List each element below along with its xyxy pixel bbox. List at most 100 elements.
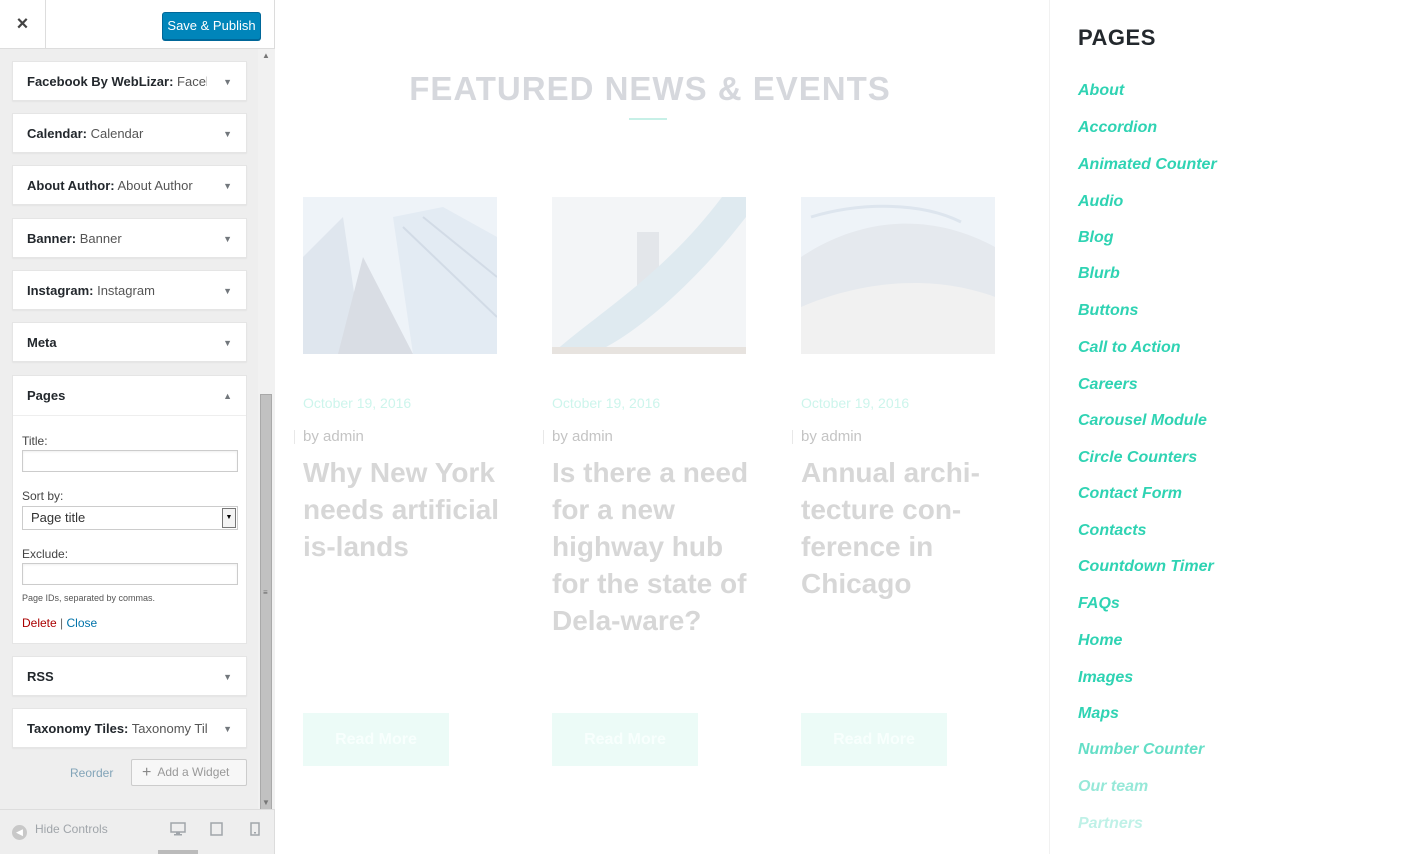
post-image[interactable]	[303, 197, 497, 354]
exclude-input[interactable]	[22, 563, 238, 585]
widget-pages-header[interactable]: Pages ▲	[13, 376, 246, 416]
desktop-preview-icon[interactable]	[170, 822, 186, 839]
page-link[interactable]: Countdown Timer	[1078, 558, 1214, 576]
page-link[interactable]: Home	[1078, 632, 1122, 650]
page-link[interactable]: Buttons	[1078, 302, 1138, 320]
title-underline	[629, 118, 667, 120]
delete-link[interactable]: Delete	[22, 616, 57, 630]
widget-name: Taxonomy Tiles:	[27, 721, 129, 736]
page-link[interactable]: Maps	[1078, 705, 1119, 723]
read-more-button[interactable]: Read More	[552, 713, 698, 766]
widget-name: Meta	[27, 335, 57, 350]
scroll-down-arrow-icon[interactable]: ▼	[262, 798, 270, 807]
expand-arrow-icon[interactable]: ▼	[223, 62, 232, 102]
expand-arrow-icon[interactable]: ▼	[223, 323, 232, 363]
add-widget-button[interactable]: + Add a Widget	[131, 759, 247, 786]
customizer-app: × Save & Publish Facebook By WebLizar: F…	[0, 0, 1419, 854]
expand-arrow-icon[interactable]: ▼	[223, 166, 232, 206]
page-link[interactable]: FAQs	[1078, 595, 1120, 613]
title-label: Title:	[22, 434, 48, 448]
widget-rss[interactable]: RSS ▼	[12, 656, 247, 696]
widget-taxonomy-tiles[interactable]: Taxonomy Tiles: Taxonomy Til... ▼	[12, 708, 247, 748]
post-title[interactable]: Is there a need for a new highway hub fo…	[552, 454, 752, 639]
post-author[interactable]: by admin	[294, 428, 364, 445]
plus-icon: +	[142, 764, 152, 781]
widget-facebook[interactable]: Facebook By WebLizar: Faceb... ▼	[12, 61, 247, 101]
page-link[interactable]: Partners	[1078, 815, 1143, 833]
post-image[interactable]	[552, 197, 746, 354]
reorder-link[interactable]: Reorder	[70, 766, 113, 780]
page-link[interactable]: Number Counter	[1078, 741, 1204, 759]
widget-title: Faceb...	[177, 74, 207, 89]
read-more-button[interactable]: Read More	[303, 713, 449, 766]
page-link[interactable]: Contact Form	[1078, 485, 1182, 503]
active-device-indicator	[158, 850, 198, 854]
page-link[interactable]: Blog	[1078, 229, 1114, 247]
widget-pages-expanded: Pages ▲ Title: Sort by: Page title ▼ Exc…	[12, 375, 247, 644]
close-customizer-button[interactable]: ×	[0, 0, 46, 48]
page-link[interactable]: Images	[1078, 669, 1133, 687]
read-more-button[interactable]: Read More	[801, 713, 947, 766]
widget-name: About Author:	[27, 178, 115, 193]
page-link[interactable]: Call to Action	[1078, 339, 1181, 357]
page-link[interactable]: Carousel Module	[1078, 412, 1207, 430]
expand-arrow-icon[interactable]: ▼	[223, 114, 232, 154]
panel-header: × Save & Publish	[0, 0, 274, 49]
widget-name: Pages	[27, 388, 66, 403]
page-link[interactable]: Contacts	[1078, 522, 1146, 540]
close-icon: ×	[16, 13, 29, 35]
post-card: October 19, 2016 by admin Annual archi-t…	[792, 197, 996, 766]
exclude-label: Exclude:	[22, 547, 69, 561]
widget-title: Taxonomy Til...	[131, 721, 207, 736]
page-link[interactable]: Blurb	[1078, 265, 1120, 283]
post-card: October 19, 2016 by admin Why New York n…	[294, 197, 499, 766]
widget-name: Instagram:	[27, 283, 94, 298]
exclude-hint: Page IDs, separated by commas.	[22, 593, 156, 603]
widget-title: Instagram	[97, 283, 155, 298]
collapse-arrow-icon[interactable]: ▲	[223, 376, 232, 416]
pages-sidebar: PAGES About Accordion Animated Counter A…	[1049, 0, 1419, 854]
post-date: October 19, 2016	[801, 395, 910, 411]
save-publish-button[interactable]: Save & Publish	[162, 12, 261, 40]
panel-scrollbar[interactable]: ▲ ≡ ▼	[258, 49, 275, 812]
sortby-label: Sort by:	[22, 489, 64, 503]
widget-meta[interactable]: Meta ▼	[12, 322, 247, 362]
scrollbar-thumb[interactable]: ≡	[260, 394, 272, 812]
post-title[interactable]: Annual archi-tecture con-ference in Chic…	[801, 454, 1001, 602]
site-preview: FEATURED NEWS & EVENTS October 19, 2016 …	[275, 0, 1419, 854]
page-link[interactable]: Audio	[1078, 193, 1123, 211]
page-link[interactable]: Our team	[1078, 778, 1148, 796]
tablet-preview-icon[interactable]	[210, 822, 223, 839]
widget-name: Facebook By WebLizar:	[27, 74, 174, 89]
page-link[interactable]: Animated Counter	[1078, 156, 1217, 174]
dropdown-arrow-icon[interactable]: ▼	[222, 508, 236, 528]
mobile-preview-icon[interactable]	[250, 822, 260, 839]
close-link[interactable]: Close	[67, 616, 98, 630]
page-link[interactable]: About	[1078, 82, 1124, 100]
post-author[interactable]: by admin	[792, 428, 862, 445]
page-link[interactable]: Circle Counters	[1078, 449, 1197, 467]
widget-calendar[interactable]: Calendar: Calendar ▼	[12, 113, 247, 153]
post-title[interactable]: Why New York needs artificial is-lands	[303, 454, 503, 565]
widget-name: Calendar:	[27, 126, 87, 141]
sortby-select[interactable]: Page title ▼	[22, 506, 238, 530]
post-image[interactable]	[801, 197, 995, 354]
expand-arrow-icon[interactable]: ▼	[223, 657, 232, 697]
widget-about-author[interactable]: About Author: About Author ▼	[12, 165, 247, 205]
widget-name: Banner:	[27, 231, 77, 246]
scroll-up-arrow-icon[interactable]: ▲	[262, 51, 270, 60]
post-author[interactable]: by admin	[543, 428, 613, 445]
expand-arrow-icon[interactable]: ▼	[223, 709, 232, 749]
expand-arrow-icon[interactable]: ▼	[223, 219, 232, 259]
add-widget-label: Add a Widget	[157, 765, 230, 779]
post-date: October 19, 2016	[552, 395, 661, 411]
page-link[interactable]: Accordion	[1078, 119, 1157, 137]
title-input[interactable]	[22, 450, 238, 472]
widget-banner[interactable]: Banner: Banner ▼	[12, 218, 247, 258]
page-link[interactable]: Careers	[1078, 376, 1138, 394]
collapse-circle-icon: ◀	[12, 825, 27, 840]
expand-arrow-icon[interactable]: ▼	[223, 271, 232, 311]
widget-instagram[interactable]: Instagram: Instagram ▼	[12, 270, 247, 310]
widget-actions: Delete | Close	[22, 616, 97, 630]
hide-controls-button[interactable]: ◀ Hide Controls	[12, 822, 108, 840]
